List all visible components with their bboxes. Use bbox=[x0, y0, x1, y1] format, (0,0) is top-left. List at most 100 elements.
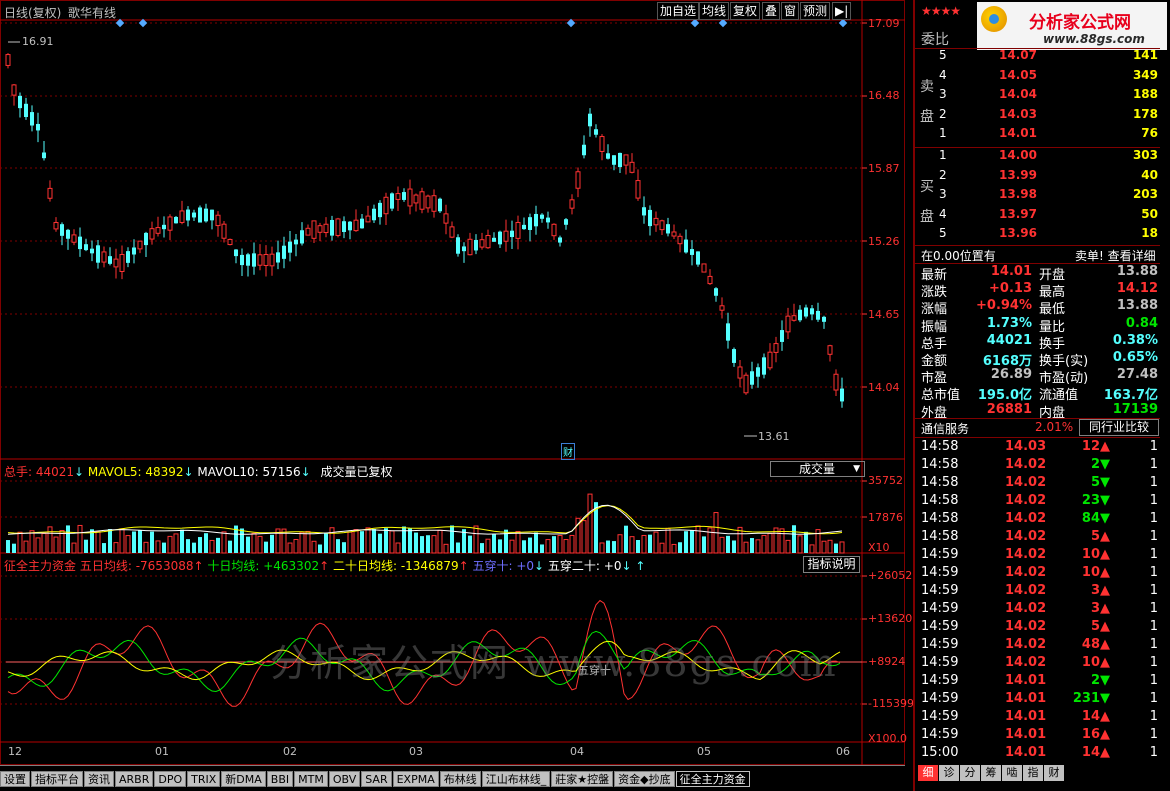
candle-body bbox=[221, 223, 227, 239]
industry-name[interactable]: 通信服务 bbox=[921, 420, 969, 437]
tab-main-capital[interactable]: 征全主力资金 bbox=[675, 770, 750, 787]
tick-price: 14.02 bbox=[1005, 601, 1047, 616]
volume-bar bbox=[228, 540, 232, 553]
tab-index[interactable]: 指 bbox=[1023, 765, 1043, 781]
industry-compare-button[interactable]: 同行业比较 bbox=[1079, 419, 1159, 436]
tab-dpo[interactable]: DPO bbox=[154, 770, 187, 787]
volume-bar bbox=[804, 531, 808, 553]
sell-order-row[interactable]: 1 14.01 76 bbox=[915, 126, 1160, 144]
buy-order-row[interactable]: 4 13.97 50 bbox=[915, 207, 1160, 225]
tick-count: 1 bbox=[1149, 691, 1158, 706]
tab-minute[interactable]: 分 bbox=[960, 765, 980, 781]
buy-order-row[interactable]: 2 13.99 40 bbox=[915, 168, 1160, 186]
tab-chips[interactable]: 筹 bbox=[981, 765, 1001, 781]
cross-5-20-value: +0 bbox=[603, 559, 622, 573]
volume-bar bbox=[665, 527, 671, 554]
candle-body bbox=[467, 238, 473, 256]
tab-settings[interactable]: 设置 bbox=[0, 770, 30, 787]
overlay-button[interactable]: 叠 bbox=[762, 2, 781, 20]
tab-boll[interactable]: 布林线 bbox=[439, 770, 481, 787]
tab-diagnosis[interactable]: 诊 bbox=[939, 765, 959, 781]
tab-finance[interactable]: 财 bbox=[1044, 765, 1064, 781]
candle-body bbox=[246, 254, 250, 266]
tick-row: 14:59 14.01 14 ▲ 1 bbox=[915, 709, 1160, 727]
tab-obv[interactable]: OBV bbox=[328, 770, 361, 787]
finance-event-marker[interactable]: 财 bbox=[561, 443, 575, 460]
ma-button[interactable]: 均线 bbox=[699, 2, 730, 20]
buy-order-row[interactable]: 5 13.96 18 bbox=[915, 226, 1160, 244]
tick-volume: 3 bbox=[1090, 601, 1100, 616]
candle-body bbox=[234, 249, 238, 257]
tick-count: 1 bbox=[1149, 565, 1158, 580]
volume-bar bbox=[732, 540, 736, 553]
tick-time: 14:59 bbox=[921, 583, 959, 598]
tab-expma[interactable]: EXPMA bbox=[392, 770, 439, 787]
sell-order-price: 14.01 bbox=[999, 126, 1037, 140]
ma20-value: -1346879 bbox=[400, 559, 459, 573]
candle-body bbox=[60, 224, 64, 236]
tab-bite[interactable]: 啮 bbox=[1002, 765, 1022, 781]
volume-bar bbox=[792, 525, 796, 553]
tab-bbi[interactable]: BBI bbox=[266, 770, 294, 787]
quote-value: 26881 bbox=[986, 401, 1032, 417]
volume-bar bbox=[287, 542, 293, 554]
volume-indicator-dropdown[interactable]: 成交量 ▼ bbox=[770, 461, 865, 477]
forecast-button[interactable]: 预测 bbox=[800, 2, 831, 20]
quote-label: 振幅 bbox=[921, 319, 948, 335]
tab-sar[interactable]: SAR bbox=[361, 770, 392, 787]
volume-bar bbox=[125, 535, 131, 554]
volume-bar bbox=[437, 529, 443, 554]
volume-bar bbox=[23, 540, 29, 554]
end-icon[interactable]: ▶| bbox=[832, 2, 852, 20]
tab-detail[interactable]: 细 bbox=[918, 765, 938, 781]
volume-bar bbox=[522, 540, 526, 553]
volume-bar bbox=[204, 533, 208, 553]
buy-order-row[interactable]: 3 13.98 203 bbox=[915, 187, 1160, 205]
cross-5-10-value: +0 bbox=[516, 559, 535, 573]
candle-body bbox=[269, 253, 275, 267]
arrow-up-icon: ▲ bbox=[1100, 565, 1110, 580]
tab-trix[interactable]: TRIX bbox=[187, 770, 221, 787]
tick-count: 1 bbox=[1149, 493, 1158, 508]
sell-order-row[interactable]: 2 14.03 178 bbox=[915, 107, 1160, 125]
candle-body bbox=[144, 232, 148, 246]
cross-5-20-label: 五穿二十: bbox=[547, 559, 604, 573]
buy-order-volume: 18 bbox=[1141, 226, 1158, 240]
sell-detail-link[interactable]: 卖单! 查看详细 bbox=[1075, 247, 1156, 264]
add-favorite-button[interactable]: 加自选 bbox=[657, 2, 700, 20]
tab-mtm[interactable]: MTM bbox=[294, 770, 328, 787]
window-button[interactable]: 窗 bbox=[781, 2, 800, 20]
arrow-up-icon: ▲ bbox=[1100, 709, 1110, 724]
sell-order-row[interactable]: 4 14.05 349 bbox=[915, 68, 1160, 86]
volume-bar bbox=[408, 528, 412, 553]
tab-dealer-control[interactable]: 莊家★控盤 bbox=[551, 770, 614, 787]
tab-indicator-platform[interactable]: 指标平台 bbox=[31, 770, 83, 787]
indicator-tick: +8924 bbox=[868, 655, 906, 668]
tick-row: 14:59 14.02 48 ▲ 1 bbox=[915, 637, 1160, 655]
chart-area[interactable]: 日线(复权) 歌华有线 加自选 均线 复权 叠 窗 预测 ▶| 17.09 16… bbox=[0, 0, 919, 765]
buy-order-row[interactable]: 1 14.00 303 bbox=[915, 148, 1160, 166]
tab-capital-bottom[interactable]: 资金◆抄底 bbox=[614, 770, 675, 787]
sell-order-row[interactable]: 3 14.04 188 bbox=[915, 87, 1160, 105]
candle-body bbox=[149, 228, 155, 240]
adjust-button[interactable]: 复权 bbox=[730, 2, 761, 20]
tick-volume: 14 bbox=[1081, 709, 1100, 724]
tick-count: 1 bbox=[1149, 547, 1158, 562]
candle-body bbox=[263, 254, 269, 266]
indicator-tab-bar: 设置 指标平台 资讯 ARBR DPO TRIX 新DMA BBI MTM OB… bbox=[0, 765, 905, 791]
tab-arbr[interactable]: ARBR bbox=[115, 770, 154, 787]
panel-mini-tabs: 细 诊 分 筹 啮 指 财 bbox=[918, 765, 1065, 781]
tick-price: 14.02 bbox=[1005, 655, 1047, 670]
tick-volume: 12 bbox=[1081, 439, 1100, 454]
candle-body bbox=[791, 315, 797, 321]
volume-bar bbox=[299, 531, 305, 554]
volume-bar bbox=[671, 543, 677, 554]
tab-news[interactable]: 资讯 bbox=[84, 770, 114, 787]
volume-bar bbox=[384, 528, 388, 553]
quote-panel: ★★★★ 分析家公式网 www.88gs.com 委比 卖 盘 5 14.07 14… bbox=[913, 0, 1170, 791]
tab-jiangshan-boll[interactable]: 江山布林线_ bbox=[481, 770, 551, 787]
tab-new-dma[interactable]: 新DMA bbox=[221, 770, 266, 787]
indicator-explain-button[interactable]: 指标说明 bbox=[803, 556, 860, 573]
arrow-down-icon: ▼ bbox=[1100, 493, 1110, 508]
sell-order-row[interactable]: 5 14.07 141 bbox=[915, 48, 1160, 66]
